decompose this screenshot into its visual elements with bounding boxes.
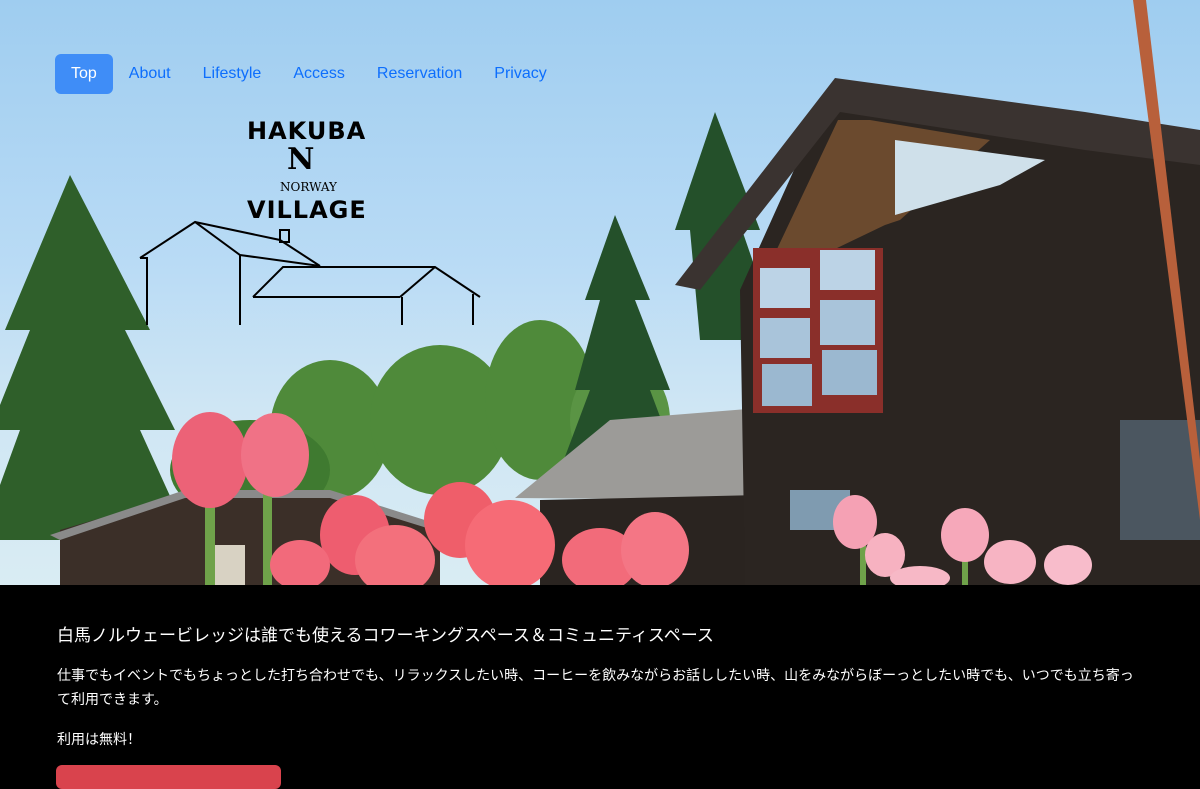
hakuba-norway-village-logo: HAKUBA N NORWAY VILLAGE [135, 112, 485, 332]
intro-section: 白馬ノルウェービレッジは誰でも使えるコワーキングスペース＆コミュニティスペース … [0, 585, 1200, 789]
nav-link-reservation[interactable]: Reservation [361, 54, 478, 94]
hero-image: HAKUBA N NORWAY VILLAGE Top About Lifest… [0, 0, 1200, 585]
nav-link-about[interactable]: About [113, 54, 187, 94]
nav-link-lifestyle[interactable]: Lifestyle [187, 54, 278, 94]
main-nav: Top About Lifestyle Access Reservation P… [55, 54, 563, 94]
main-house [675, 78, 1200, 585]
nav-link-privacy[interactable]: Privacy [478, 54, 562, 94]
intro-headline: 白馬ノルウェービレッジは誰でも使えるコワーキングスペース＆コミュニティスペース [57, 626, 714, 646]
logo-house-outline-icon [139, 220, 481, 325]
free-note: 利用は無料！ [57, 732, 141, 748]
cta-button[interactable] [56, 765, 281, 789]
intro-description: 仕事でもイベントでもちょっとした打ち合わせでも、リラックスしたい時、コーヒーを飲… [57, 668, 1134, 708]
nav-link-top[interactable]: Top [55, 54, 113, 94]
nav-link-access[interactable]: Access [277, 54, 361, 94]
